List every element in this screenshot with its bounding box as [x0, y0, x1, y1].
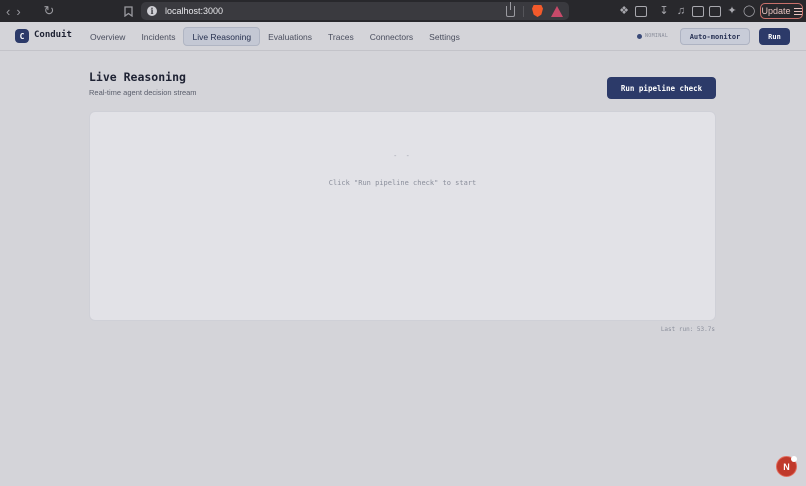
- toolbar-icons: ❖ ↧ ♫ ✦ ◯: [618, 0, 755, 22]
- share-icon[interactable]: [506, 1, 515, 17]
- reload-icon[interactable]: ↻: [42, 0, 56, 22]
- url-text[interactable]: localhost:3000: [165, 6, 223, 16]
- status-indicator: NOMINAL: [637, 33, 668, 39]
- screenshot-icon[interactable]: [635, 5, 647, 17]
- sidebar-icon[interactable]: [692, 5, 704, 17]
- tab-overview[interactable]: Overview: [82, 27, 133, 46]
- run-pipeline-check-button[interactable]: Run pipeline check: [607, 77, 716, 99]
- browser-toolbar: ‹ › ↻ i localhost:3000 ❖ ↧ ♫ ✦ ◯ Update: [0, 0, 806, 22]
- nav-tabs: Overview Incidents Live Reasoning Evalua…: [82, 27, 468, 46]
- last-run-label: Last run: 53.7s: [660, 326, 715, 333]
- brand-name[interactable]: Conduit: [34, 30, 72, 40]
- rewards-icon[interactable]: [551, 5, 563, 17]
- info-icon[interactable]: i: [147, 6, 157, 16]
- nav-arrows: ‹ ›: [6, 0, 36, 22]
- logo[interactable]: C: [15, 29, 29, 43]
- tab-traces[interactable]: Traces: [320, 27, 362, 46]
- update-label: Update: [761, 6, 791, 16]
- music-icon[interactable]: ♫: [675, 5, 687, 17]
- tab-connectors[interactable]: Connectors: [362, 27, 421, 46]
- address-bar[interactable]: i localhost:3000: [141, 1, 569, 20]
- back-icon[interactable]: ‹: [6, 0, 10, 22]
- bookmark-icon[interactable]: [122, 0, 134, 22]
- auto-monitor-button[interactable]: Auto-monitor: [680, 28, 750, 45]
- page-title: Live Reasoning: [89, 70, 186, 84]
- tab-incidents[interactable]: Incidents: [133, 27, 183, 46]
- brave-shield-icon[interactable]: [532, 5, 543, 17]
- status-dot-icon: [637, 33, 642, 39]
- tab-settings[interactable]: Settings: [421, 27, 468, 46]
- wallet-icon[interactable]: [709, 5, 721, 17]
- menu-icon: [793, 7, 802, 15]
- empty-state-message: Click "Run pipeline check" to start: [328, 179, 477, 187]
- vpn-icon[interactable]: ◯: [743, 5, 755, 17]
- notification-dot-icon: [791, 456, 797, 462]
- reasoning-stream-panel: - - Click "Run pipeline check" to start: [89, 111, 716, 321]
- empty-state-indicator: - -: [393, 152, 412, 160]
- forward-icon[interactable]: ›: [16, 0, 20, 22]
- page-subtitle: Real-time agent decision stream: [89, 88, 197, 97]
- tab-live-reasoning[interactable]: Live Reasoning: [183, 27, 261, 46]
- tab-evaluations[interactable]: Evaluations: [260, 27, 320, 46]
- extensions-icon[interactable]: ❖: [618, 5, 630, 17]
- update-button[interactable]: Update: [760, 3, 803, 19]
- leo-icon[interactable]: ✦: [726, 5, 738, 17]
- run-button[interactable]: Run: [759, 28, 790, 45]
- divider: [523, 5, 524, 17]
- status-text: NOMINAL: [645, 33, 669, 39]
- download-icon[interactable]: ↧: [658, 5, 670, 17]
